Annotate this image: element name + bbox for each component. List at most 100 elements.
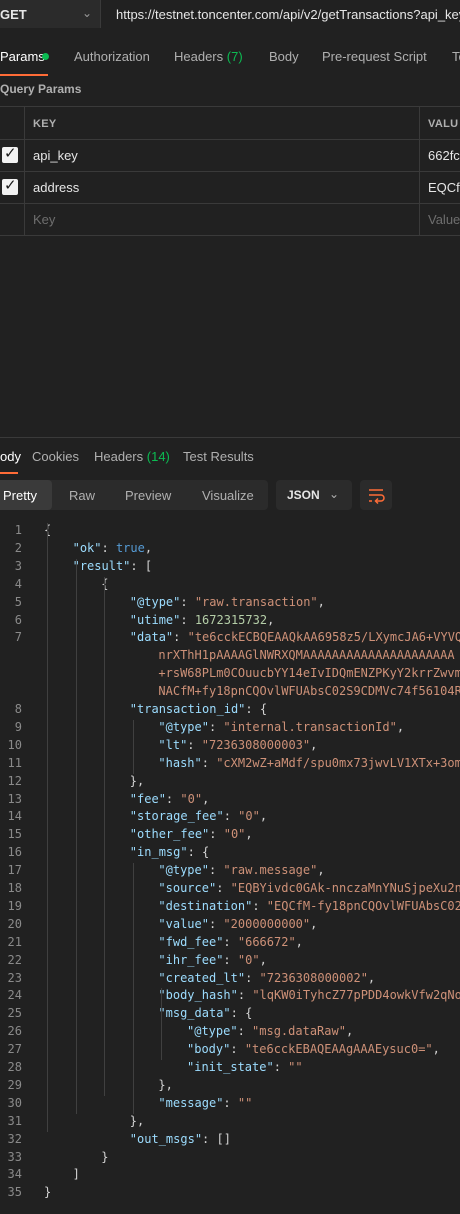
code-token: "0" (237, 952, 260, 967)
code-line: "message": "" (158, 1096, 252, 1110)
code-line: "fee": "0", (130, 792, 210, 806)
code-line: }, (130, 774, 144, 788)
code-token: : (273, 1060, 289, 1074)
code-line: "created_lt": "7236308000002", (158, 971, 375, 985)
table-header-row: KEY VALU (0, 106, 460, 140)
line-number: 9 (14, 719, 22, 734)
code-token: "result" (72, 558, 131, 573)
code-token: : { (230, 1006, 253, 1021)
code-token: , (259, 952, 267, 967)
params-active-dot (42, 53, 49, 60)
code-token: : (223, 809, 239, 824)
url-input[interactable]: https://testnet.toncenter.com/api/v2/get… (116, 7, 460, 22)
code-line: "result": [ (73, 559, 152, 573)
line-number: 26 (7, 1024, 22, 1039)
tab-body[interactable]: Body (269, 49, 299, 64)
code-line: "value": "2000000000", (158, 917, 317, 931)
code-token: "" (288, 1060, 303, 1074)
code-token: , (245, 827, 253, 842)
code-token: "msg_data" (158, 1006, 231, 1021)
code-line: "msg_data": { (158, 1006, 252, 1020)
code-line: "fwd_fee": "666672", (158, 935, 303, 949)
code-token: , (345, 1024, 354, 1039)
param-value[interactable]: 662fc (428, 148, 460, 163)
code-line: "in_msg": { (130, 845, 209, 859)
code-token: "body_hash" (158, 988, 238, 1003)
wrap-lines-button[interactable] (360, 480, 392, 510)
param-value[interactable]: EQCfI (428, 180, 460, 195)
code-line: "utime": 1672315732, (130, 613, 275, 627)
line-number: 24 (7, 988, 22, 1003)
code-token: "te6cckEBAQEAAgAAAEysuc0=" (244, 1042, 433, 1057)
new-value-input[interactable]: Value (428, 212, 460, 227)
code-token: }, (158, 1077, 173, 1092)
pretty-button[interactable]: Pretty (0, 480, 52, 510)
param-checkbox[interactable]: ✓ (2, 177, 18, 195)
code-token: "ok" (72, 540, 102, 555)
tab-cookies[interactable]: Cookies (32, 449, 79, 464)
code-token: "@type" (129, 594, 181, 609)
tab-authorization[interactable]: Authorization (74, 49, 150, 64)
column-divider (24, 203, 25, 235)
param-key[interactable]: api_key (33, 148, 78, 163)
code-token: : (173, 630, 188, 645)
raw-button[interactable]: Raw (69, 488, 95, 503)
code-token: true (115, 540, 145, 555)
code-token: : (223, 1095, 238, 1110)
code-line: "@type": "raw.transaction", (130, 595, 325, 609)
code-token: "lqKW0iTyhcZ77pPDD4owkVfw2qNo (252, 988, 460, 1003)
tab-response-headers-label: Headers (94, 449, 144, 464)
line-number: 23 (7, 970, 22, 985)
tab-pre-request-script[interactable]: Pre-request Script (322, 49, 427, 64)
tab-params[interactable]: Params (0, 49, 45, 64)
format-type-dropdown[interactable]: JSON ⌄ (276, 480, 352, 510)
code-token: } (44, 1185, 52, 1200)
tab-tests[interactable]: Te (452, 49, 460, 64)
code-token: "te6cckECBQEAAQkAA6958z5/LXymcJA6+VYVQ (187, 630, 460, 645)
indent-guide (47, 523, 48, 1132)
tab-response-body[interactable]: ody (0, 449, 21, 464)
table-row: ✓ address EQCfI (0, 171, 460, 204)
code-token: : (237, 1024, 253, 1039)
code-line: } (101, 1150, 108, 1164)
line-number: 30 (7, 1095, 22, 1110)
line-number: 2 (14, 540, 22, 555)
tab-test-results[interactable]: Test Results (183, 449, 254, 464)
code-token: "lt" (158, 737, 188, 752)
code-line: } (44, 1185, 51, 1199)
code-line: ] (73, 1167, 80, 1181)
param-key[interactable]: address (33, 180, 79, 195)
column-divider (419, 139, 420, 171)
code-token: NACfM+fy18pnCQOvlWFUAbsC02S9CDMVc74f5610… (158, 684, 460, 699)
code-line: "ihr_fee": "0", (158, 953, 266, 967)
code-line: }, (158, 1078, 172, 1092)
method-dropdown[interactable]: GET ⌄ (0, 0, 101, 28)
code-token: "0" (238, 809, 260, 824)
line-number: 16 (7, 845, 22, 860)
indent-guide (75, 558, 77, 1114)
code-token: , (267, 612, 275, 627)
code-token: "in_msg" (129, 845, 188, 860)
code-token: : (223, 934, 238, 949)
code-token: : (180, 594, 195, 609)
line-number: 12 (7, 773, 22, 788)
tab-headers[interactable]: Headers (7) (174, 49, 243, 64)
line-number: 10 (7, 737, 22, 752)
code-token: , (432, 1042, 440, 1057)
code-token: +rsW68PLm0COuucbYY14eIvIDQmENZPKyY2krrZw… (158, 666, 460, 681)
tab-response-headers[interactable]: Headers (14) (94, 449, 170, 464)
new-key-input[interactable]: Key (33, 212, 55, 227)
preview-button[interactable]: Preview (125, 488, 171, 503)
code-token: : (223, 952, 238, 967)
format-button-group: Pretty Raw Preview Visualize (0, 480, 268, 510)
code-token: 1672315732 (194, 612, 268, 627)
column-divider (24, 171, 25, 203)
code-token: : (208, 916, 224, 931)
chevron-down-icon: ⌄ (82, 6, 93, 20)
visualize-button[interactable]: Visualize (202, 488, 254, 503)
tab-headers-label: Headers (174, 49, 224, 64)
code-token: : (208, 863, 224, 878)
code-token: : { (245, 702, 268, 716)
response-body-viewer[interactable]: 1{2"ok": true,3"result": [4{5"@type": "r… (0, 521, 460, 1214)
param-checkbox[interactable]: ✓ (2, 145, 18, 163)
